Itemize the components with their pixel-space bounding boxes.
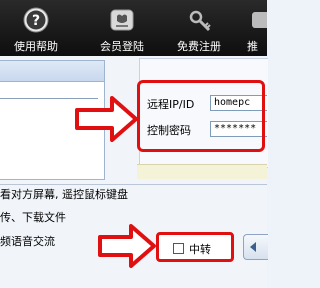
feature-screen-control: 看对方屏幕, 遥控鼠标键盘 [0, 188, 128, 201]
member-login-icon [110, 9, 134, 31]
main-area: 远程IP/ID homepc 控制密码 ******* 看对方屏幕, 遥控鼠标键… [0, 56, 268, 288]
recommend-icon [252, 12, 267, 28]
section-divider [0, 184, 267, 185]
relay-checkbox[interactable] [173, 243, 184, 254]
register-icon [189, 10, 211, 32]
help-label: 使用帮助 [14, 40, 58, 53]
relay-label: 中转 [189, 243, 211, 256]
feature-file-transfer: 传、下载文件 [0, 211, 66, 224]
red-arrow-right-bottom [98, 224, 156, 268]
register-button[interactable]: 免费注册 [168, 0, 230, 56]
recommend-label: 推 [247, 40, 258, 53]
left-arrow-icon [250, 242, 256, 252]
status-strip [137, 164, 267, 179]
left-panel-header [0, 61, 104, 82]
svg-text:?: ? [32, 13, 40, 29]
relay-highlight-box: 中转 [156, 232, 234, 262]
toolbar: ? 使用帮助 会员登陆 免费注册 推 [0, 0, 267, 56]
feature-voice-chat: 频语音交流 [0, 235, 55, 248]
recommend-button[interactable]: 推 [245, 0, 267, 56]
help-icon: ? [23, 7, 49, 33]
member-login-button[interactable]: 会员登陆 [91, 0, 153, 56]
register-label: 免费注册 [177, 40, 221, 53]
member-login-label: 会员登陆 [100, 40, 144, 53]
red-arrow-right-top [75, 96, 138, 142]
back-button[interactable] [243, 234, 268, 260]
help-button[interactable]: ? 使用帮助 [6, 0, 66, 56]
connect-highlight-box [137, 80, 265, 152]
